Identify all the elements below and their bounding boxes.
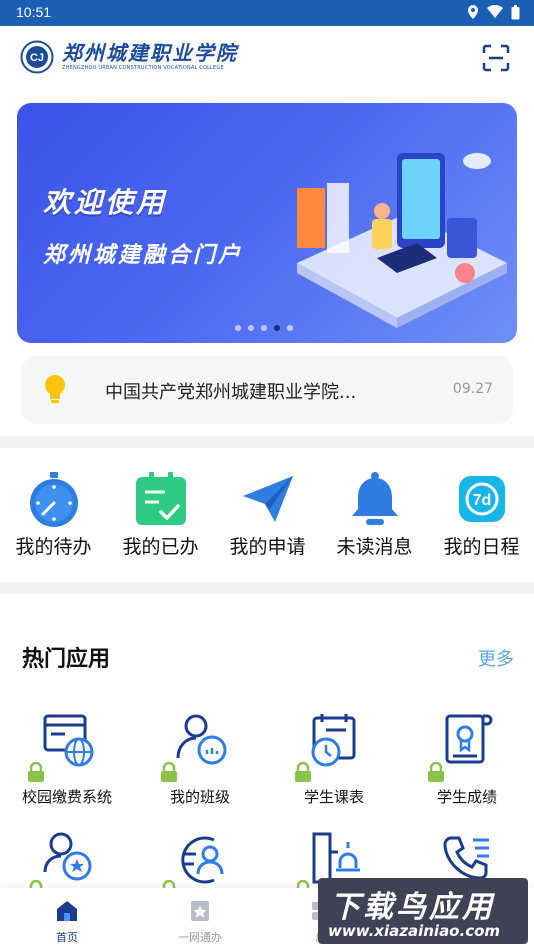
stopwatch-icon [29, 472, 78, 527]
quick-item-done[interactable]: 我的已办 [107, 470, 214, 559]
quick-item-todo[interactable]: 我的待办 [0, 470, 107, 559]
section-divider [0, 582, 534, 594]
section-divider [0, 436, 534, 448]
lock-icon [295, 762, 311, 782]
notice-bar[interactable]: 中国共产党郑州城建职业学院... 09.27 [21, 356, 513, 424]
location-icon [468, 5, 478, 19]
pagination-dot[interactable] [287, 325, 293, 331]
welcome-banner[interactable]: 欢迎使用 郑州城建融合门户 [17, 103, 517, 343]
calendar-7d-icon: 7d [458, 476, 505, 522]
app-tile-timetable[interactable]: 学生课表 [267, 710, 401, 807]
svg-text:CJ: CJ [30, 52, 44, 64]
banner-pagination [235, 325, 293, 331]
app-label: 学生课表 [303, 788, 364, 806]
done-list-icon [135, 472, 186, 525]
quick-label: 我的申请 [229, 536, 306, 558]
pagination-dot[interactable] [261, 325, 267, 331]
lightbulb-icon [45, 375, 65, 403]
app-screen: 10:51 CJ 郑州城建职业学院 ZHENGZHOU URBAN CONSTR… [0, 0, 534, 950]
banner-title: 欢迎使用 [38, 181, 172, 221]
quick-item-apply[interactable]: 我的申请 [214, 470, 321, 559]
app-label: 学生成绩 [436, 788, 497, 806]
quick-label: 我的日程 [443, 536, 520, 558]
college-name-en: ZHENGZHOU URBAN CONSTRUCTION VOCATIONAL … [62, 65, 224, 71]
nav-label: 首页 [56, 931, 78, 944]
app-tile-class[interactable]: 我的班级 [133, 710, 267, 807]
battery-icon [511, 4, 520, 19]
nav-home[interactable]: 首页 [22, 900, 112, 945]
star-bookmark-icon [191, 901, 209, 921]
bell-icon [351, 472, 398, 525]
watermark-title: 下载鸟应用 [330, 890, 495, 925]
pagination-dot-active[interactable] [274, 325, 280, 331]
quick-label: 我的待办 [15, 536, 92, 558]
hot-apps-title: 热门应用 [22, 647, 111, 672]
app-tile-payment[interactable]: 校园缴费系统 [0, 710, 134, 807]
scan-icon[interactable] [482, 44, 510, 72]
status-icons [467, 4, 520, 20]
pagination-dot[interactable] [235, 325, 241, 331]
app-header: CJ 郑州城建职业学院 ZHENGZHOU URBAN CONSTRUCTION… [0, 26, 534, 96]
app-label: 校园缴费系统 [21, 788, 112, 806]
nav-label: 一网通办 [178, 931, 222, 944]
lock-icon [161, 762, 177, 782]
wifi-icon [487, 5, 503, 18]
quick-actions: 我的待办 我的已办 我的申请 未读消息 7d 我的日程 [0, 470, 534, 570]
college-name-cn: 郑州城建职业学院 [62, 41, 238, 65]
notice-date: 09.27 [452, 381, 493, 397]
notice-text: 中国共产党郑州城建职业学院... [105, 382, 357, 403]
watermark: 下载鸟应用 www.xiazainiao.com [318, 878, 528, 944]
college-logo: CJ 郑州城建职业学院 ZHENGZHOU URBAN CONSTRUCTION… [20, 40, 238, 74]
nav-one-stop[interactable]: 一网通办 [155, 900, 245, 945]
college-emblem-icon: CJ [20, 40, 54, 74]
quick-label: 未读消息 [336, 536, 413, 558]
app-label: 我的班级 [169, 788, 230, 806]
quick-label: 我的已办 [122, 536, 199, 558]
home-icon [57, 901, 77, 921]
banner-illustration [297, 153, 507, 328]
app-tile-grades[interactable]: 学生成绩 [400, 710, 534, 807]
status-bar: 10:51 [0, 0, 534, 26]
lock-icon [28, 762, 44, 782]
paper-plane-icon [242, 476, 293, 522]
quick-item-schedule[interactable]: 7d 我的日程 [428, 470, 534, 559]
quick-item-messages[interactable]: 未读消息 [321, 470, 428, 559]
more-link[interactable]: 更多 [478, 645, 514, 671]
svg-text:7d: 7d [472, 492, 491, 509]
lock-icon [428, 762, 444, 782]
status-time: 10:51 [16, 4, 52, 20]
banner-subtitle: 郑州城建融合门户 [43, 243, 244, 268]
watermark-url: www.xiazainiao.com [328, 922, 501, 940]
pagination-dot[interactable] [248, 325, 254, 331]
